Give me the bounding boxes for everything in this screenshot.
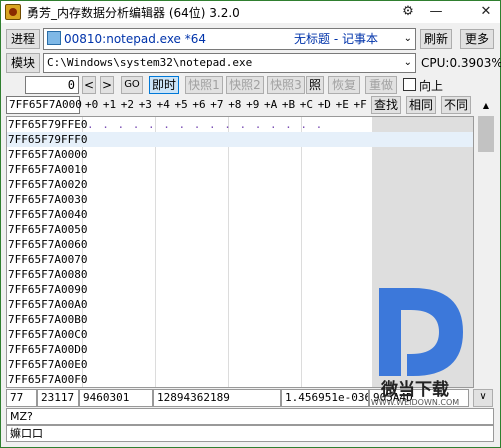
row-address: 7FF65F7A0030 (8, 193, 88, 206)
main-window: 勇芳_内存数据分析编辑器 (64位) 3.2.0 ⚙ — ✕ 进程 00810:… (0, 0, 501, 448)
column-header: +5 (174, 98, 188, 111)
process-window-title: 无标题 - 记事本 (294, 32, 378, 46)
up-checkbox[interactable] (403, 78, 416, 91)
column-header: +6 (192, 98, 206, 111)
column-header: +F (353, 98, 367, 111)
row-address: 7FF65F79FFE0 (8, 118, 88, 131)
column-header: +0 (85, 98, 99, 111)
table-row[interactable]: 7FF65F7A0020 (7, 177, 473, 192)
cpu-usage: CPU:0.3903% (421, 56, 501, 70)
row-address: 7FF65F7A0090 (8, 283, 88, 296)
column-header: +9 (246, 98, 260, 111)
qword-value: 12894362189 (153, 389, 281, 407)
row-address: 7FF65F7A0050 (8, 223, 88, 236)
column-header: +D (317, 98, 331, 111)
column-header: +1 (102, 98, 117, 111)
row-address: 7FF65F7A00B0 (8, 313, 88, 326)
table-row[interactable]: 7FF65F7A0070 (7, 252, 473, 267)
prev-button[interactable]: < (82, 76, 96, 94)
float-value: 1.456951e-036 (281, 389, 369, 407)
settings-icon[interactable]: ⚙ (394, 1, 422, 23)
table-row[interactable]: 7FF65F7A0030 (7, 192, 473, 207)
row-address: 7FF65F7A00F0 (8, 373, 88, 386)
column-header: +7 (210, 98, 224, 111)
chevron-down-icon[interactable]: ⌄ (404, 30, 412, 48)
row-address: 7FF65F7A00E0 (8, 358, 88, 371)
next-button[interactable]: > (100, 76, 114, 94)
minimize-button[interactable]: — (422, 1, 450, 23)
table-row[interactable]: 7FF65F7A0080 (7, 267, 473, 282)
column-header: +C (299, 98, 314, 111)
refresh-button[interactable]: 刷新 (420, 29, 452, 49)
up-label: 向上 (419, 79, 444, 93)
column-header: +B (281, 98, 296, 111)
process-select[interactable]: 00810:notepad.exe *64 无标题 - 记事本 ⌄ (43, 28, 416, 50)
chevron-down-icon[interactable]: ⌄ (404, 54, 412, 72)
vertical-scrollbar[interactable]: ▲ (477, 98, 495, 388)
row-address: 7FF65F7A0020 (8, 178, 88, 191)
module-label-button[interactable]: 模块 (6, 53, 40, 73)
watermark-text: 微当下载 (381, 380, 449, 400)
process-value: 00810:notepad.exe *64 (64, 32, 207, 46)
table-row[interactable]: 7FF65F7A0000 (7, 147, 473, 162)
offset-input[interactable]: 0 (25, 76, 79, 94)
diff-button[interactable]: 不同 (441, 96, 471, 114)
status-line-2: 嫲口口 (6, 425, 494, 442)
address-input[interactable]: 7FF65F7A000 (6, 96, 82, 114)
snapshot3-button[interactable]: 快照3 (267, 76, 305, 94)
row-address: 7FF65F7A0010 (8, 163, 88, 176)
row-address: 7FF65F79FFF0 (8, 133, 88, 146)
row-address: 7FF65F7A0060 (8, 238, 88, 251)
table-row[interactable]: 7FF65F7A0050 (7, 222, 473, 237)
row-address: 7FF65F7A0080 (8, 268, 88, 281)
window-title: 勇芳_内存数据分析编辑器 (64位) 3.2.0 (27, 6, 240, 20)
column-header: +A (264, 98, 278, 111)
row-data: . . . . . . . . . . . . . . . . (87, 118, 324, 131)
row-address: 7FF65F7A00A0 (8, 298, 88, 311)
column-header: +8 (228, 98, 242, 111)
find-button[interactable]: 查找 (371, 96, 401, 114)
row-address: 7FF65F7A0040 (8, 208, 88, 221)
row-address: 7FF65F7A0000 (8, 148, 88, 161)
watermark-url: WWW.WEIDOWN.COM (370, 398, 460, 407)
row-address: 7FF65F7A00C0 (8, 328, 88, 341)
process-label-button[interactable]: 进程 (6, 29, 40, 49)
column-header: +3 (138, 98, 152, 111)
scroll-up-icon[interactable]: ▲ (477, 98, 495, 114)
notepad-icon (47, 31, 61, 45)
more-button[interactable]: 更多 (460, 29, 494, 49)
table-row[interactable]: 7FF65F7A0040 (7, 207, 473, 222)
module-select[interactable]: C:\Windows\system32\notepad.exe ⌄ (43, 53, 416, 73)
table-row[interactable]: 7FF65F7A0060 (7, 237, 473, 252)
expand-button[interactable]: ∨ (473, 389, 493, 407)
weidown-watermark-logo: 微当下载 WWW.WEIDOWN.COM (367, 284, 463, 414)
table-row[interactable]: 7FF65F7A0010 (7, 162, 473, 177)
word-value: 23117 (37, 389, 79, 407)
redo-button[interactable]: 重做 (365, 76, 397, 94)
column-header: +E (335, 98, 349, 111)
table-row[interactable]: 7FF65F79FFF0 (7, 132, 473, 147)
snapshot1-button[interactable]: 快照1 (185, 76, 223, 94)
title-bar: 勇芳_内存数据分析编辑器 (64位) 3.2.0 ⚙ — ✕ (1, 1, 500, 23)
same-button[interactable]: 相同 (406, 96, 436, 114)
app-icon (5, 4, 21, 20)
column-header: +2 (120, 98, 135, 111)
go-button[interactable]: GO (121, 76, 143, 94)
row-address: 7FF65F7A0070 (8, 253, 88, 266)
photo-button[interactable]: 照 (306, 76, 324, 94)
module-value: C:\Windows\system32\notepad.exe (47, 56, 253, 69)
column-header: +4 (156, 98, 170, 111)
row-address: 7FF65F7A00D0 (8, 343, 88, 356)
close-button[interactable]: ✕ (472, 1, 500, 23)
scrollbar-thumb[interactable] (478, 116, 494, 152)
restore-button[interactable]: 恢复 (328, 76, 360, 94)
dword-value: 9460301 (79, 389, 153, 407)
realtime-button[interactable]: 即时 (149, 76, 179, 94)
table-row[interactable]: 7FF65F79FFE0. . . . . . . . . . . . . . … (7, 117, 473, 132)
snapshot2-button[interactable]: 快照2 (226, 76, 264, 94)
byte-value: 77 (6, 389, 37, 407)
